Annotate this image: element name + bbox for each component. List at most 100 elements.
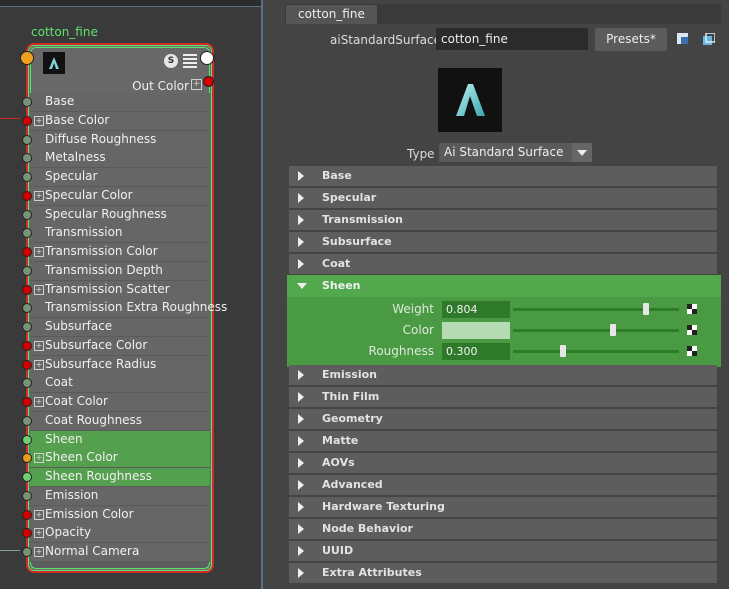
- map-weight-icon[interactable]: [687, 304, 697, 314]
- input-port-icon[interactable]: [22, 547, 32, 557]
- node-attribute-row[interactable]: Diffuse Roughness: [18, 131, 212, 150]
- focus-icon[interactable]: [677, 33, 688, 44]
- node-attribute-row[interactable]: Coat Roughness: [18, 412, 212, 431]
- expand-plus-icon[interactable]: +: [34, 453, 44, 463]
- section-header-node-behavior[interactable]: Node Behavior: [289, 519, 717, 539]
- input-port-icon[interactable]: [22, 510, 32, 520]
- color-swatch-field[interactable]: [442, 322, 510, 339]
- roughness-slider-handle[interactable]: [560, 345, 566, 357]
- input-port-icon[interactable]: [22, 322, 32, 332]
- input-port-icon[interactable]: [22, 97, 32, 107]
- node-attribute-row[interactable]: Base: [18, 93, 212, 112]
- input-port-icon[interactable]: [22, 153, 32, 163]
- color-slider-track[interactable]: [513, 329, 679, 332]
- section-header-hardware-texturing[interactable]: Hardware Texturing: [289, 497, 717, 517]
- expand-plus-icon[interactable]: +: [34, 547, 44, 557]
- weight-slider-handle[interactable]: [643, 303, 649, 315]
- input-port-icon[interactable]: [22, 266, 32, 276]
- tab-cotton-fine[interactable]: cotton_fine: [286, 5, 377, 24]
- input-port-icon[interactable]: [22, 285, 32, 295]
- input-port-icon[interactable]: [22, 472, 32, 482]
- input-port-icon[interactable]: [22, 416, 32, 426]
- out-color-port[interactable]: [203, 76, 214, 87]
- section-header-base[interactable]: Base: [289, 166, 717, 186]
- node-attribute-row[interactable]: + Subsurface Radius: [18, 356, 212, 375]
- weight-slider-track[interactable]: [513, 308, 679, 311]
- node-attribute-row[interactable]: + Specular Color: [18, 187, 212, 206]
- section-header-coat[interactable]: Coat: [289, 254, 717, 274]
- input-port-icon[interactable]: [22, 397, 32, 407]
- node-attribute-row[interactable]: Specular Roughness: [18, 206, 212, 225]
- node-attribute-row[interactable]: Transmission: [18, 224, 212, 243]
- input-port-icon[interactable]: [22, 435, 32, 445]
- input-port-icon[interactable]: [22, 360, 32, 370]
- node-header[interactable]: S Out Color +: [31, 48, 209, 96]
- type-dropdown[interactable]: Ai Standard Surface: [439, 143, 592, 162]
- node-attribute-row[interactable]: + Transmission Scatter: [18, 281, 212, 300]
- node-attribute-row[interactable]: Transmission Extra Roughness: [18, 299, 227, 318]
- node-attribute-row[interactable]: Emission: [18, 487, 212, 506]
- copy-tab-icon[interactable]: [703, 32, 716, 45]
- expand-plus-icon[interactable]: +: [34, 247, 44, 257]
- node-title[interactable]: cotton_fine: [31, 25, 98, 39]
- section-header-specular[interactable]: Specular: [289, 188, 717, 208]
- node-name-field[interactable]: cotton_fine: [436, 28, 588, 50]
- node-attribute-row[interactable]: + Coat Color: [18, 393, 212, 412]
- node-attribute-row[interactable]: Subsurface: [18, 318, 212, 337]
- expand-plus-icon[interactable]: +: [34, 360, 44, 370]
- input-port-icon[interactable]: [22, 341, 32, 351]
- node-attribute-row[interactable]: + Opacity: [18, 524, 212, 543]
- expand-plus-icon[interactable]: +: [34, 116, 44, 126]
- input-port-icon[interactable]: [22, 191, 32, 201]
- node-attribute-row[interactable]: Specular: [18, 168, 212, 187]
- node-attribute-row[interactable]: + Sheen Color: [18, 449, 212, 468]
- section-header-matte[interactable]: Matte: [289, 431, 717, 451]
- expand-output-icon[interactable]: +: [191, 79, 202, 90]
- node-attribute-row[interactable]: Sheen: [18, 431, 212, 450]
- expand-plus-icon[interactable]: +: [34, 397, 44, 407]
- node-attribute-row[interactable]: Transmission Depth: [18, 262, 212, 281]
- material-swatch[interactable]: [438, 68, 502, 132]
- attribute-list-icon[interactable]: [183, 54, 197, 68]
- expand-plus-icon[interactable]: +: [34, 528, 44, 538]
- section-header-sheen[interactable]: Sheen: [287, 275, 721, 297]
- node-attribute-row[interactable]: Sheen Roughness: [18, 468, 212, 487]
- input-port-icon[interactable]: [22, 210, 32, 220]
- weight-field[interactable]: 0.804: [442, 301, 510, 318]
- input-port-icon[interactable]: [22, 453, 32, 463]
- input-port[interactable]: [20, 51, 34, 65]
- node-attribute-row[interactable]: + Subsurface Color: [18, 337, 212, 356]
- expand-plus-icon[interactable]: +: [34, 341, 44, 351]
- section-header-subsurface[interactable]: Subsurface: [289, 232, 717, 252]
- node-editor[interactable]: cotton_fine S Out Color + Base + Base Colo…: [0, 0, 262, 589]
- section-header-aovs[interactable]: AOVs: [289, 453, 717, 473]
- expand-plus-icon[interactable]: +: [34, 191, 44, 201]
- input-port-icon[interactable]: [22, 172, 32, 182]
- node-attribute-row[interactable]: + Transmission Color: [18, 243, 212, 262]
- map-roughness-icon[interactable]: [687, 346, 697, 356]
- color-slider-handle[interactable]: [610, 324, 616, 336]
- section-header-geometry[interactable]: Geometry: [289, 409, 717, 429]
- map-color-icon[interactable]: [687, 325, 697, 335]
- input-port-icon[interactable]: [22, 303, 32, 313]
- section-header-extra-attributes[interactable]: Extra Attributes: [289, 563, 717, 583]
- section-header-advanced[interactable]: Advanced: [289, 475, 717, 495]
- chevron-down-icon[interactable]: [572, 143, 592, 162]
- node-attribute-row[interactable]: + Emission Color: [18, 506, 212, 525]
- roughness-field[interactable]: 0.300: [442, 343, 510, 360]
- input-port-icon[interactable]: [22, 528, 32, 538]
- output-port[interactable]: [200, 51, 214, 65]
- input-port-icon[interactable]: [22, 378, 32, 388]
- swatch-mode-icon[interactable]: S: [164, 54, 178, 68]
- presets-button[interactable]: Presets*: [595, 28, 667, 51]
- section-header-emission[interactable]: Emission: [289, 365, 717, 385]
- input-port-icon[interactable]: [22, 491, 32, 501]
- input-port-icon[interactable]: [22, 135, 32, 145]
- section-header-thin-film[interactable]: Thin Film: [289, 387, 717, 407]
- node-attribute-row[interactable]: + Base Color: [18, 112, 212, 131]
- section-header-uuid[interactable]: UUID: [289, 541, 717, 561]
- node-attribute-row[interactable]: + Normal Camera: [18, 543, 212, 562]
- expand-plus-icon[interactable]: +: [34, 285, 44, 295]
- section-header-transmission[interactable]: Transmission: [289, 210, 717, 230]
- node-attribute-row[interactable]: Metalness: [18, 149, 212, 168]
